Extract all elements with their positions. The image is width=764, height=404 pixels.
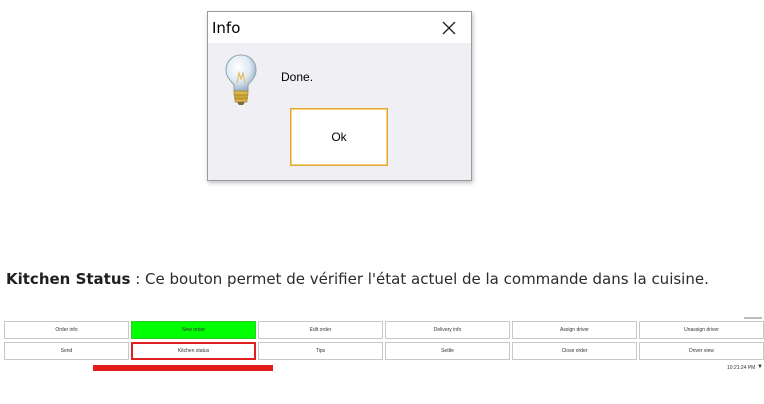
dialog-title: Info [212,19,241,37]
tips-button[interactable]: Tips [258,342,383,360]
status-time: 10:21:24 PM [727,365,756,371]
caption-term: Kitchen Status [6,270,131,288]
close-order-button[interactable]: Close order [512,342,637,360]
scroll-handle [744,317,762,319]
kitchen-status-button[interactable]: Kitchen status [131,342,256,360]
settle-button[interactable]: Settle [385,342,510,360]
caption: Kitchen Status : Ce bouton permet de vér… [6,270,709,288]
info-dialog: Info Done. Ok [207,11,472,181]
close-icon [442,21,456,35]
close-button[interactable] [427,12,471,43]
delivery-info-button[interactable]: Delivery info [385,321,510,339]
status-bar: 10:21:24 PM ▼ [0,364,764,371]
lightbulb-icon [225,54,257,105]
order-info-button[interactable]: Order info [4,321,129,339]
status-alert-bar [93,365,273,371]
dialog-message: Done. [281,70,314,84]
driver-view-button[interactable]: Driver view [639,342,764,360]
button-row-1: Order info New order Edit order Delivery… [4,321,764,339]
edit-order-button[interactable]: Edit order [258,321,383,339]
button-row-2: Send Kitchen status Tips Settle Close or… [4,342,764,360]
unassign-driver-button[interactable]: Unassign driver [639,321,764,339]
new-order-button[interactable]: New order [131,321,256,339]
assign-driver-button[interactable]: Assign driver [512,321,637,339]
ok-button[interactable]: Ok [290,108,388,166]
dialog-titlebar: Info [208,12,471,43]
caption-text: : Ce bouton permet de vérifier l'état ac… [130,270,709,288]
pin-icon: ▼ [757,364,763,370]
pos-toolbar-strip: Order info New order Edit order Delivery… [0,312,764,372]
send-button[interactable]: Send [4,342,129,360]
